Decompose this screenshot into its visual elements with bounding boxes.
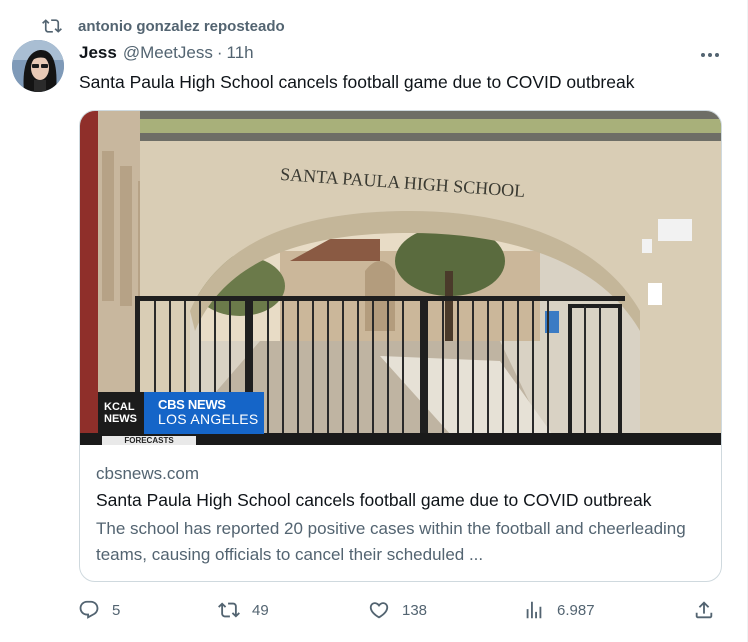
broadcast-overlay: KCAL NEWS CBS NEWS LOS ANGELES (98, 392, 264, 434)
repost-action-icon (212, 594, 246, 626)
ticker-label: FORECASTS (102, 436, 196, 445)
reply-button[interactable]: 5 (72, 594, 120, 626)
avatar[interactable] (12, 40, 64, 92)
reply-icon (72, 594, 106, 626)
share-icon (687, 594, 721, 626)
reply-count: 5 (112, 601, 121, 619)
repost-button[interactable]: 49 (212, 594, 269, 626)
tweet-text: Santa Paula High School cancels football… (79, 72, 635, 92)
heart-icon (362, 594, 396, 626)
repost-icon (40, 14, 64, 38)
card-description: The school has reported 20 positive case… (96, 519, 686, 564)
repost-count: 49 (252, 601, 269, 619)
tweet-article[interactable]: antonio gonzalez reposteado Jess @MeetJe… (0, 0, 748, 642)
separator-dot: · (216, 43, 223, 62)
cbs-city-label: LOS ANGELES (158, 411, 259, 427)
kcal-logo: KCAL NEWS (98, 392, 144, 434)
cbs-banner: CBS NEWS LOS ANGELES (144, 392, 264, 434)
link-card[interactable]: SANTA PAULA HIGH SCHOOL KCAL NEWS CBS NE… (79, 110, 722, 582)
repost-indicator: antonio gonzalez reposteado (40, 14, 285, 38)
card-domain: cbsnews.com (96, 464, 199, 483)
card-image[interactable]: SANTA PAULA HIGH SCHOOL KCAL NEWS CBS NE… (80, 111, 721, 445)
like-count: 138 (402, 601, 428, 619)
timestamp[interactable]: 11h (227, 43, 254, 63)
author-handle[interactable]: @MeetJess (123, 43, 213, 63)
card-title: Santa Paula High School cancels football… (96, 490, 652, 510)
kcal-line2: NEWS (104, 413, 137, 425)
more-icon (700, 45, 720, 63)
tweet-header: Jess @MeetJess · 11h (79, 42, 254, 64)
view-count: 6.987 (557, 601, 595, 619)
more-options-button[interactable] (694, 40, 726, 68)
views-icon (517, 594, 551, 626)
repost-label[interactable]: antonio gonzalez reposteado (78, 18, 285, 35)
tweet-actions: 5 49 138 6.987 (72, 594, 728, 626)
kcal-line1: KCAL (104, 401, 135, 413)
like-button[interactable]: 138 (362, 594, 427, 626)
views-button[interactable]: 6.987 (517, 594, 595, 626)
share-button[interactable] (687, 594, 721, 626)
author-name[interactable]: Jess (79, 43, 117, 63)
cbs-news-label: CBS NEWS (158, 397, 226, 412)
